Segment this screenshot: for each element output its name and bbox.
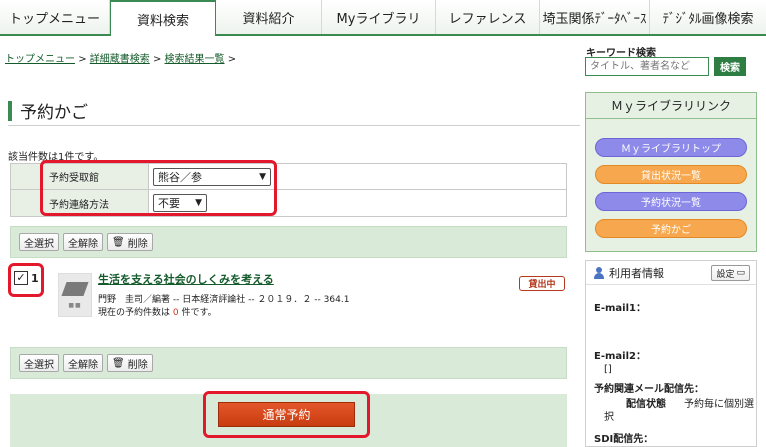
notify-label: 予約関連メール配信先： — [594, 384, 704, 395]
delete-label: 削除 — [127, 238, 148, 250]
breadcrumb: トップメニュー > 詳細蔵書検索 > 検索結果一覧 > — [5, 50, 236, 65]
item-reservation-count: 現在の予約件数は 0 件です。 — [98, 305, 217, 318]
delete-label: 削除 — [127, 359, 148, 371]
book-icon — [61, 281, 89, 296]
breadcrumb-separator: > — [227, 54, 237, 65]
item-title-link[interactable]: 生活を支える社会のしくみを考える — [98, 271, 274, 287]
title-accent-bar — [8, 100, 12, 121]
tab-saitama-database[interactable]: 埼玉関係ﾃﾞｰﾀﾍﾞｰｽ — [540, 0, 650, 34]
settings-label: 設定 — [716, 269, 735, 280]
breadcrumb-separator: > — [78, 54, 87, 65]
user-info-title: 利用者情報 — [609, 266, 664, 280]
tab-digital-image-search[interactable]: ﾃﾞｼﾞﾀﾙ画像検索 — [650, 0, 766, 34]
window-icon: ▭ — [736, 268, 745, 278]
email1-label: E-mail1： — [594, 303, 646, 314]
breadcrumb-top-menu[interactable]: トップメニュー — [5, 54, 75, 65]
reservation-cart-link[interactable]: 予約かご — [595, 219, 747, 238]
status-badge: 貸出中 — [519, 276, 565, 291]
deselect-all-button[interactable]: 全解除 — [63, 233, 103, 251]
loan-status-link[interactable]: 貸出状況一覧 — [595, 165, 747, 184]
placeholder-dots: ■■ — [68, 301, 82, 309]
item-number: 1 — [31, 272, 39, 285]
settings-button[interactable]: 設定 ▭ — [711, 265, 750, 281]
email2-value: [] — [604, 364, 612, 375]
tab-reference[interactable]: レファレンス — [436, 0, 540, 34]
user-info-header: 利用者情報 設定 ▭ — [586, 261, 756, 285]
email2-label: E-mail2： — [594, 351, 646, 362]
tab-material-search[interactable]: 資料検索 — [110, 0, 216, 36]
reservation-status-link[interactable]: 予約状況一覧 — [595, 192, 747, 211]
keyword-search-button[interactable]: 検索 — [714, 57, 746, 76]
delete-button[interactable]: 🗑 削除 — [107, 233, 153, 251]
trash-icon: 🗑 — [112, 357, 125, 369]
breadcrumb-search-results[interactable]: 検索結果一覧 — [165, 54, 225, 65]
action-bar-top: 全選択 全解除 🗑 削除 — [10, 226, 567, 258]
user-icon — [594, 266, 604, 279]
highlight-box — [203, 391, 370, 438]
deselect-all-button[interactable]: 全解除 — [63, 354, 103, 372]
keyword-search-input[interactable] — [585, 57, 709, 76]
count-suffix: 件です。 — [178, 308, 217, 318]
book-thumbnail: ■■ — [58, 273, 92, 317]
mylibrary-panel-title: Ｍｙライブラリリンク — [586, 93, 756, 119]
delete-button[interactable]: 🗑 削除 — [107, 354, 153, 372]
top-nav: トップメニュー 資料検索 資料紹介 Myライブラリ レファレンス 埼玉関係ﾃﾞｰ… — [0, 0, 766, 36]
page-title-text: 予約かご — [20, 103, 88, 123]
delivery-state-value: 予約毎に個別選 — [684, 399, 754, 410]
breadcrumb-separator: > — [152, 54, 162, 65]
user-info-panel: 利用者情報 設定 ▭ E-mail1： E-mail2： [] 予約関連メール配… — [585, 260, 757, 447]
sdi-label: SDI配信先： — [594, 434, 654, 445]
mylibrary-top-link[interactable]: Ｍｙライブラリトップ — [595, 138, 747, 157]
trash-icon: 🗑 — [112, 236, 125, 248]
count-prefix: 現在の予約件数は — [98, 308, 173, 318]
delivery-state-label: 配信状態 — [626, 399, 666, 410]
breadcrumb-detailed-search[interactable]: 詳細蔵書検索 — [90, 54, 150, 65]
mylibrary-panel: Ｍｙライブラリリンク Ｍｙライブラリトップ 貸出状況一覧 予約状況一覧 予約かご — [585, 92, 757, 252]
select-all-button[interactable]: 全選択 — [19, 354, 59, 372]
tab-my-library[interactable]: Myライブラリ — [322, 0, 436, 34]
select-all-button[interactable]: 全選択 — [19, 233, 59, 251]
action-bar-bottom: 全選択 全解除 🗑 削除 — [10, 347, 567, 379]
tab-material-intro[interactable]: 資料紹介 — [216, 0, 322, 34]
highlight-box — [40, 160, 277, 216]
delivery-state-value-cont: 択 — [604, 412, 614, 423]
item-meta: 門野 圭司／編著 -- 日本経済評論社 -- ２０１９．２ -- 364.1 — [98, 295, 350, 305]
page-title: 予約かご — [8, 96, 580, 126]
item-checkbox[interactable]: ✓ — [14, 271, 28, 285]
tab-top-menu[interactable]: トップメニュー — [0, 0, 110, 34]
